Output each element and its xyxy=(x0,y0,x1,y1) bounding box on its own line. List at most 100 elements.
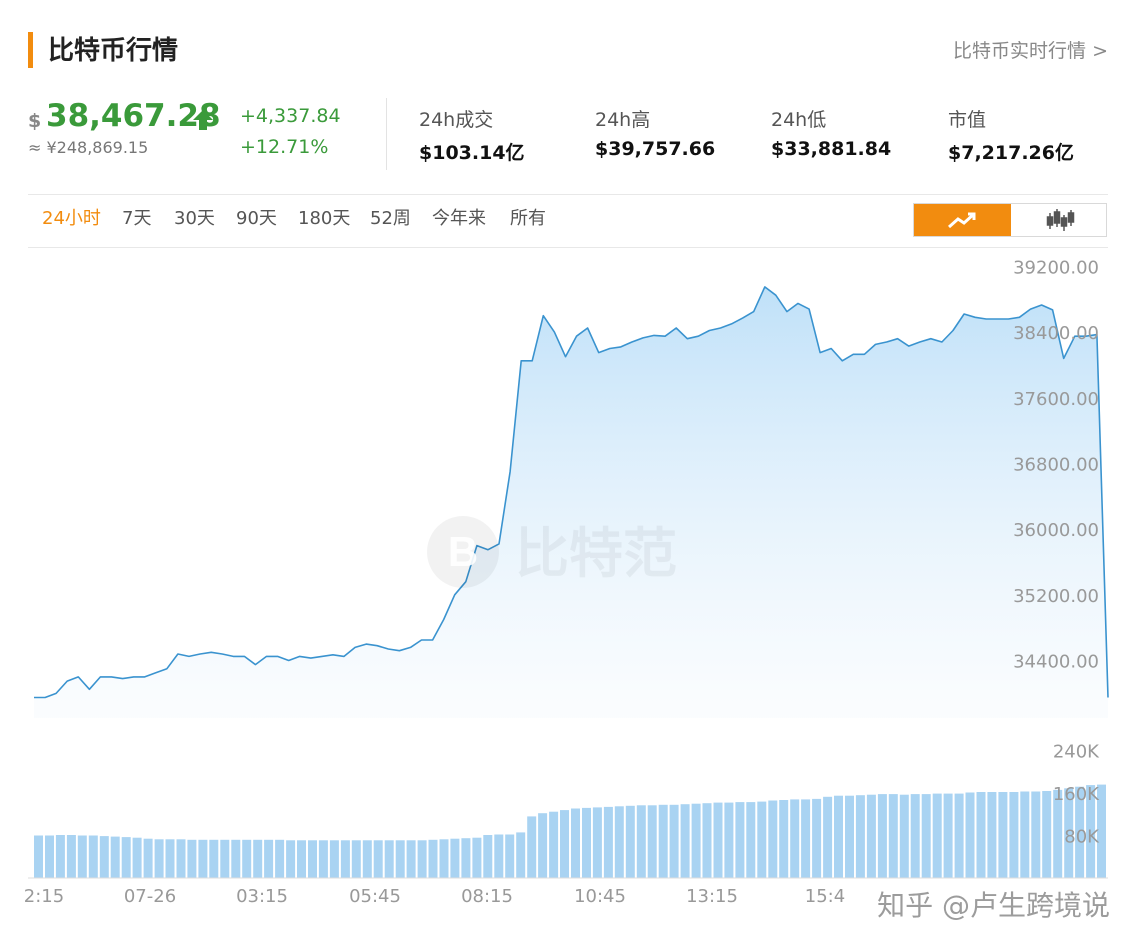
volume-bar xyxy=(932,793,942,878)
volume-bars xyxy=(34,784,1106,878)
divider-chart xyxy=(28,247,1108,248)
time-tick-label: 15:4 xyxy=(805,886,845,907)
divider-top xyxy=(28,194,1108,195)
price-tick-label: 36000.00 xyxy=(1013,520,1099,541)
stat-low: 24h低 $33,881.84 xyxy=(771,105,891,160)
range-tab-ytd[interactable]: 今年来 xyxy=(432,204,486,230)
volume-bar xyxy=(998,792,1008,878)
realtime-quote-link[interactable]: 比特币实时行情 > xyxy=(953,36,1108,63)
line-chart-icon xyxy=(947,212,975,229)
line-chart-button[interactable] xyxy=(914,204,1011,236)
volume-bar xyxy=(527,816,537,878)
volume-bar xyxy=(34,835,43,878)
volume-bar xyxy=(231,839,241,878)
volume-bar xyxy=(834,795,843,878)
volume-bar xyxy=(395,840,405,878)
volume-bar xyxy=(910,794,920,878)
range-tab-24h[interactable]: 24小时 xyxy=(42,204,101,230)
volume-bar xyxy=(571,808,580,878)
volume-bar xyxy=(406,840,416,878)
range-tab-90d[interactable]: 90天 xyxy=(236,204,277,230)
volume-bar xyxy=(855,795,865,878)
time-tick-label: 2:15 xyxy=(24,886,64,907)
volume-bar xyxy=(417,840,427,878)
volume-bar xyxy=(724,802,734,878)
volume-bar xyxy=(538,813,548,878)
volume-bar xyxy=(439,839,449,878)
volume-bar xyxy=(560,810,569,878)
range-tab-52w[interactable]: 52周 xyxy=(370,204,411,230)
range-tab-180d[interactable]: 180天 xyxy=(298,204,350,230)
change-absolute: +4,337.84 xyxy=(240,105,341,127)
chart-type-toggle xyxy=(913,203,1107,237)
volume-bar xyxy=(494,834,504,878)
price-tick-label: 37600.00 xyxy=(1013,389,1099,410)
source-credit: 知乎 @卢生跨境说 xyxy=(877,889,1110,922)
volume-bar xyxy=(812,798,822,878)
stat-high: 24h高 $39,757.66 xyxy=(595,105,715,160)
volume-bar xyxy=(209,839,219,878)
range-tab-all[interactable]: 所有 xyxy=(510,204,546,230)
time-tick-label: 05:45 xyxy=(349,886,401,907)
volume-bar xyxy=(110,836,120,878)
candlestick-chart-button[interactable] xyxy=(1011,204,1108,236)
price-area xyxy=(34,286,1108,718)
volume-bar xyxy=(187,839,197,878)
svg-text:B: B xyxy=(448,528,478,575)
volume-bar xyxy=(373,840,383,878)
volume-bar xyxy=(483,835,493,878)
stat-value: $33,881.84 xyxy=(771,138,892,160)
volume-bar xyxy=(45,835,54,878)
volume-bar xyxy=(603,806,613,878)
volume-bar xyxy=(176,839,186,878)
volume-bar xyxy=(318,840,328,878)
volume-bar xyxy=(384,840,394,878)
volume-bar xyxy=(351,840,361,878)
volume-bar xyxy=(943,793,953,878)
volume-bar xyxy=(516,832,526,878)
volume-bar xyxy=(614,806,624,878)
price-tick-label: 38400.00 xyxy=(1013,323,1099,344)
volume-bar xyxy=(132,837,142,878)
stat-value: $103.14亿 xyxy=(419,142,525,164)
time-tick-label: 03:15 xyxy=(236,886,288,907)
volume-bar xyxy=(592,807,602,878)
volume-bar xyxy=(888,794,898,878)
volume-bar xyxy=(242,839,252,878)
volume-bar xyxy=(713,802,723,878)
volume-bar xyxy=(899,794,909,878)
volume-bar xyxy=(1031,791,1041,878)
volume-bar xyxy=(790,799,800,878)
range-tab-30d[interactable]: 30天 xyxy=(174,204,215,230)
volume-bar xyxy=(77,835,87,878)
volume-bar xyxy=(143,838,153,878)
volume-bar xyxy=(779,800,789,878)
time-tick-label: 08:15 xyxy=(461,886,513,907)
price-summary: $ 38,467.28 ≈ ¥248,869.15 +4,337.84 +12.… xyxy=(28,98,1108,178)
volume-bar xyxy=(636,805,646,878)
volume-bar xyxy=(735,802,745,878)
stat-label: 24h高 xyxy=(595,109,651,131)
currency-symbol: $ xyxy=(28,110,42,132)
volume-bar xyxy=(275,839,285,878)
volume-bar xyxy=(877,794,887,878)
volume-bar xyxy=(450,838,460,878)
watermark-text: 比特范 xyxy=(515,522,677,585)
volume-bar xyxy=(66,835,76,878)
volume-bar xyxy=(549,811,559,878)
volume-bar xyxy=(987,792,997,878)
volume-bar xyxy=(746,802,756,878)
price-tick-label: 35200.00 xyxy=(1013,586,1099,607)
volume-bar xyxy=(582,807,591,878)
volume-bar xyxy=(658,804,668,878)
stat-label: 24h成交 xyxy=(419,109,494,131)
volume-bar xyxy=(55,835,65,878)
stat-label: 市值 xyxy=(948,109,987,131)
volume-bar xyxy=(757,801,767,878)
volume-bar xyxy=(1020,791,1030,878)
volume-bar xyxy=(220,839,230,878)
volume-bar xyxy=(121,837,131,878)
range-tab-7d[interactable]: 7天 xyxy=(122,204,151,230)
title-accent-bar xyxy=(28,32,33,68)
volume-bar xyxy=(680,804,690,878)
